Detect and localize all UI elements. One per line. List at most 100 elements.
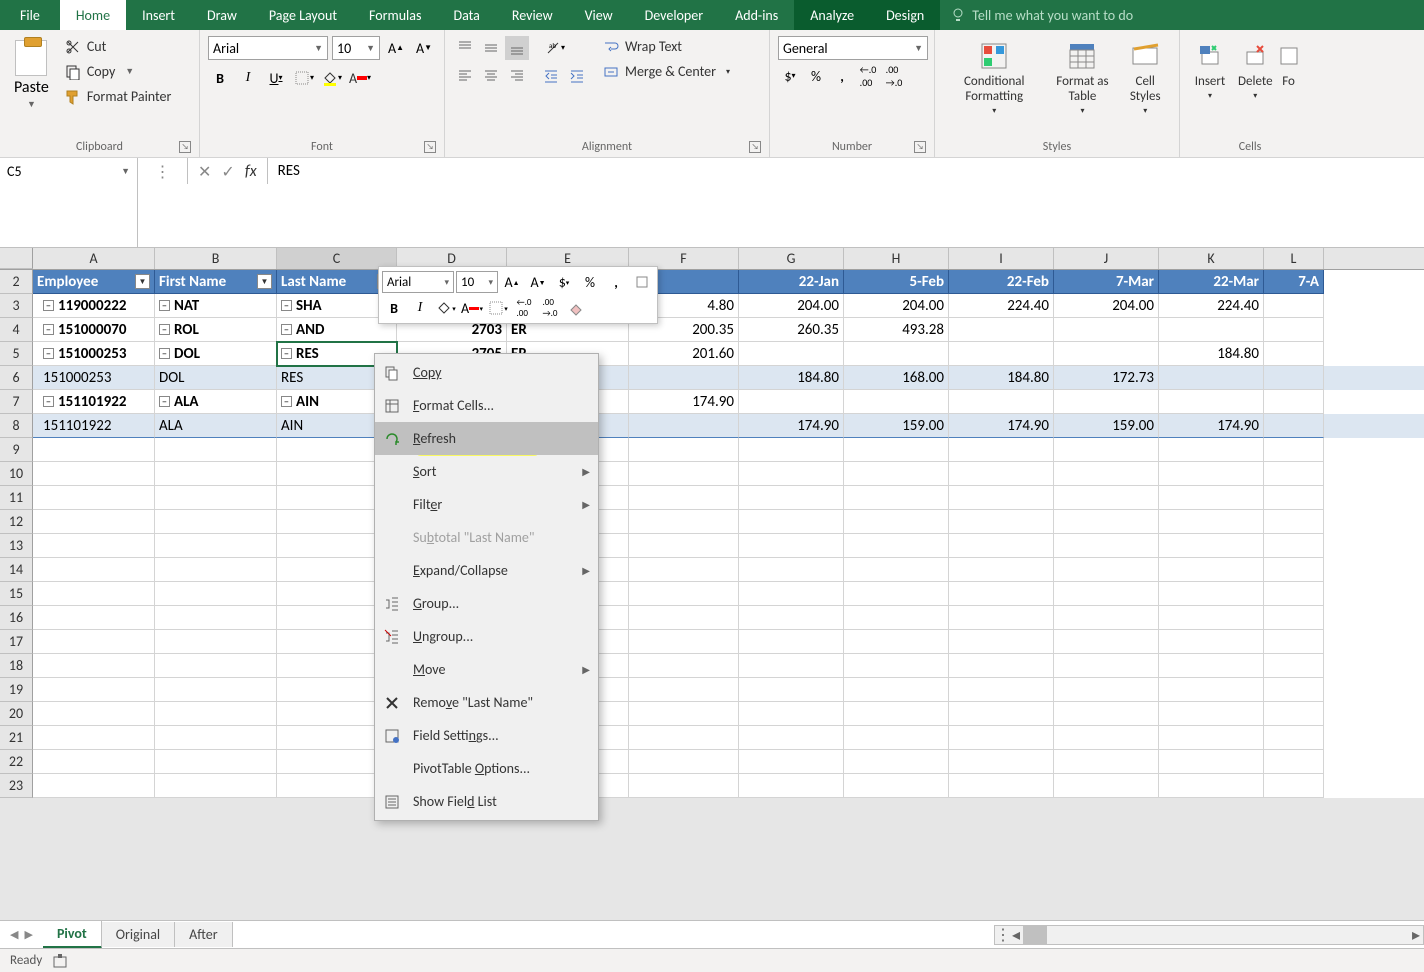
mini-bold-button[interactable]: B: [382, 296, 406, 320]
mini-font-dropdown[interactable]: Arial▾: [382, 271, 454, 293]
cell[interactable]: [1054, 750, 1159, 774]
fx-button[interactable]: fx: [245, 162, 257, 181]
cell[interactable]: 184.80: [739, 366, 844, 390]
cell[interactable]: [844, 606, 949, 630]
cell[interactable]: [1159, 702, 1264, 726]
cell[interactable]: [949, 654, 1054, 678]
cell[interactable]: [844, 486, 949, 510]
cell[interactable]: 174.90: [949, 414, 1054, 438]
column-header-L[interactable]: L: [1264, 248, 1324, 269]
cell[interactable]: 260.35: [739, 318, 844, 342]
cell[interactable]: [844, 750, 949, 774]
cell[interactable]: [155, 438, 277, 462]
menu-copy[interactable]: Copy: [375, 356, 598, 389]
wrap-text-button[interactable]: Wrap Text: [597, 36, 736, 57]
cell[interactable]: [155, 462, 277, 486]
cell[interactable]: [1264, 366, 1324, 390]
cell[interactable]: [949, 702, 1054, 726]
format-cells-button[interactable]: Fo: [1279, 36, 1299, 105]
cell[interactable]: [629, 558, 739, 582]
cell[interactable]: [1054, 438, 1159, 462]
cell[interactable]: [1159, 438, 1264, 462]
row-header[interactable]: 16: [0, 606, 33, 630]
cell[interactable]: −ALA: [155, 390, 277, 414]
cell[interactable]: [1054, 630, 1159, 654]
fx-options-icon[interactable]: ⋮: [155, 162, 171, 182]
cell[interactable]: −NAT: [155, 294, 277, 318]
cell[interactable]: [739, 510, 844, 534]
column-header-A[interactable]: A: [33, 248, 155, 269]
cell[interactable]: [1264, 294, 1324, 318]
row-header[interactable]: 19: [0, 678, 33, 702]
row-header[interactable]: 15: [0, 582, 33, 606]
cell[interactable]: [1264, 438, 1324, 462]
cell[interactable]: [1054, 318, 1159, 342]
cell[interactable]: [1054, 726, 1159, 750]
cell[interactable]: [629, 774, 739, 798]
cell[interactable]: [1054, 606, 1159, 630]
cell[interactable]: [629, 654, 739, 678]
cell[interactable]: 159.00: [844, 414, 949, 438]
cell[interactable]: [844, 774, 949, 798]
pivot-header-firstname[interactable]: First Name▼: [155, 270, 277, 294]
cell[interactable]: [844, 654, 949, 678]
cell[interactable]: [949, 486, 1054, 510]
cell[interactable]: [33, 438, 155, 462]
menu-field-settings[interactable]: Field Settings...: [375, 719, 598, 752]
cell[interactable]: [739, 558, 844, 582]
cell[interactable]: [949, 678, 1054, 702]
cancel-formula-button[interactable]: ✕: [198, 162, 211, 182]
cell[interactable]: [33, 678, 155, 702]
pivot-header-date[interactable]: 22-Mar: [1159, 270, 1264, 294]
cell[interactable]: 172.73: [1054, 366, 1159, 390]
align-top-button[interactable]: [453, 36, 477, 60]
cell[interactable]: [949, 534, 1054, 558]
cell[interactable]: [949, 462, 1054, 486]
mini-comma-button[interactable]: ,: [604, 270, 628, 294]
horizontal-scrollbar[interactable]: ⋮ ◂ ▸: [994, 925, 1424, 945]
cell[interactable]: [1054, 774, 1159, 798]
pivot-header-date[interactable]: 7-Mar: [1054, 270, 1159, 294]
cell[interactable]: [949, 438, 1054, 462]
cell[interactable]: [1264, 558, 1324, 582]
macro-recorder-icon[interactable]: [52, 953, 68, 969]
cell-styles-button[interactable]: Cell Styles▾: [1119, 36, 1171, 120]
row-header[interactable]: 14: [0, 558, 33, 582]
cell[interactable]: [844, 630, 949, 654]
cell[interactable]: [155, 486, 277, 510]
cell[interactable]: [739, 702, 844, 726]
cell[interactable]: [949, 630, 1054, 654]
accounting-button[interactable]: $▾: [778, 64, 802, 88]
cell[interactable]: [629, 582, 739, 606]
cell[interactable]: [844, 510, 949, 534]
decrease-font-button[interactable]: A▼: [412, 36, 436, 60]
row-header[interactable]: 6: [0, 366, 33, 390]
fill-color-button[interactable]: ▾: [320, 66, 344, 90]
font-color-button[interactable]: A▾: [348, 66, 372, 90]
cell[interactable]: [949, 606, 1054, 630]
cell[interactable]: [1159, 510, 1264, 534]
tab-design[interactable]: Design: [870, 0, 940, 30]
align-middle-button[interactable]: [479, 36, 503, 60]
cell[interactable]: [33, 606, 155, 630]
cell[interactable]: 201.60: [629, 342, 739, 366]
cell[interactable]: [844, 534, 949, 558]
font-name-dropdown[interactable]: Arial▼: [208, 36, 328, 60]
cell[interactable]: [1054, 342, 1159, 366]
cell[interactable]: [33, 750, 155, 774]
mini-size-dropdown[interactable]: 10▾: [456, 271, 498, 293]
merge-center-button[interactable]: Merge & Center▾: [597, 61, 736, 82]
cell[interactable]: 184.80: [949, 366, 1054, 390]
menu-pivot-options[interactable]: PivotTable Options...: [375, 752, 598, 785]
cell[interactable]: [155, 510, 277, 534]
copy-button[interactable]: Copy▼: [61, 61, 176, 82]
cell[interactable]: [739, 438, 844, 462]
sheet-tab-after[interactable]: After: [175, 922, 232, 947]
cell[interactable]: [844, 390, 949, 414]
cell[interactable]: [1054, 534, 1159, 558]
cell[interactable]: [949, 582, 1054, 606]
cell[interactable]: [739, 462, 844, 486]
tab-page-layout[interactable]: Page Layout: [253, 0, 353, 30]
cell[interactable]: DOL: [155, 366, 277, 390]
cell[interactable]: [844, 678, 949, 702]
